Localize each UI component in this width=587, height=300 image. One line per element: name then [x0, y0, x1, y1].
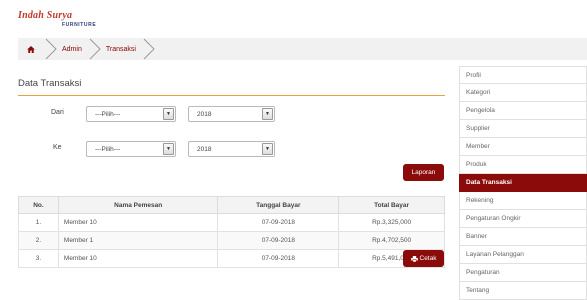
cell-no: 2. [18, 231, 59, 250]
breadcrumb-separator-icon [89, 38, 101, 60]
breadcrumb-separator-icon [45, 38, 57, 60]
cell-total: Rp.3,325,000 [338, 213, 445, 232]
cell-name: Member 10 [57, 213, 219, 232]
from-year-select[interactable]: 2018 ▼ [188, 106, 275, 122]
print-button[interactable]: Cetak [403, 250, 444, 267]
cell-total: Rp.4,702,500 [338, 231, 445, 250]
breadcrumb-transaksi[interactable]: Transaksi [102, 46, 142, 53]
cell-date: 07-09-2018 [217, 231, 340, 250]
table-row: 2. Member 1 07-09-2018 Rp.4,702,500 [18, 231, 445, 250]
report-button[interactable]: Laporan [403, 164, 444, 181]
breadcrumb-home[interactable] [18, 45, 44, 53]
cell-name: Member 1 [57, 231, 219, 250]
breadcrumb-admin[interactable]: Admin [58, 46, 88, 53]
logo-title: Indah Surya [18, 10, 73, 21]
breadcrumb: Admin Transaksi [18, 38, 587, 60]
to-filter-row: Ke ---Pilih--- ▼ 2018 ▼ [18, 141, 445, 157]
sidebar-item-kategori[interactable]: Kategori [459, 84, 587, 102]
table-header-row: No. Nama Pemesan Tanggal Bayar Total Bay… [18, 196, 445, 214]
sidebar-item-data-transaksi[interactable]: Data Transaksi [459, 174, 587, 192]
sidebar-item-supplier[interactable]: Supplier [459, 120, 587, 138]
page-title: Data Transaksi [18, 78, 82, 89]
sidebar-item-pengelola[interactable]: Pengelola [459, 102, 587, 120]
breadcrumb-admin-label: Admin [62, 45, 82, 53]
cell-name: Member 10 [57, 249, 219, 268]
print-icon [410, 255, 418, 262]
cell-no: 1. [18, 213, 59, 232]
breadcrumb-separator-icon [143, 38, 155, 60]
cell-date: 07-09-2018 [217, 249, 340, 268]
to-year-select[interactable]: 2018 ▼ [188, 141, 275, 157]
table-row: 1. Member 10 07-09-2018 Rp.3,325,000 [18, 213, 445, 232]
from-year-value: 2018 [197, 110, 212, 118]
sidebar-item-banner[interactable]: Banner [459, 228, 587, 246]
column-header-date: Tanggal Bayar [217, 196, 340, 214]
caret-down-icon: ▼ [262, 143, 273, 155]
from-label: Dari [51, 109, 64, 116]
to-month-select[interactable]: ---Pilih--- ▼ [86, 141, 176, 157]
sidebar-item-pengaturan-ongkir[interactable]: Pengaturan Ongkir [459, 210, 587, 228]
column-header-total: Total Bayar [338, 196, 445, 214]
sidebar-item-produk[interactable]: Produk [459, 156, 587, 174]
sidebar-item-profil[interactable]: Profil [459, 66, 587, 84]
print-button-label: Cetak [419, 255, 437, 262]
sidebar-item-member[interactable]: Member [459, 138, 587, 156]
column-header-no: No. [18, 196, 59, 214]
home-icon [27, 45, 35, 53]
site-logo[interactable]: Indah Surya FURNITURE [18, 10, 108, 32]
sidebar-item-rekening[interactable]: Rekening [459, 192, 587, 210]
cell-date: 07-09-2018 [217, 213, 340, 232]
to-year-value: 2018 [197, 145, 212, 153]
from-month-select[interactable]: ---Pilih--- ▼ [86, 106, 176, 122]
caret-down-icon: ▼ [163, 143, 174, 155]
title-divider [18, 95, 445, 96]
sidebar-item-pengaturan[interactable]: Pengaturan [459, 264, 587, 282]
sidebar-nav: Profil Kategori Pengelola Supplier Membe… [459, 66, 587, 300]
sidebar-item-layanan-pelanggan[interactable]: Layanan Pelanggan [459, 246, 587, 264]
cell-no: 3. [18, 249, 59, 268]
logo-subtitle: FURNITURE [62, 22, 97, 28]
caret-down-icon: ▼ [262, 108, 273, 120]
table-row: 3. Member 10 07-09-2018 Rp.5,491,000 [18, 249, 445, 268]
column-header-name: Nama Pemesan [57, 196, 219, 214]
to-month-value: ---Pilih--- [95, 145, 121, 153]
from-filter-row: Dari ---Pilih--- ▼ 2018 ▼ [18, 106, 445, 122]
sidebar-item-tentang[interactable]: Tentang [459, 282, 587, 300]
caret-down-icon: ▼ [163, 108, 174, 120]
breadcrumb-transaksi-label: Transaksi [105, 45, 136, 53]
from-month-value: ---Pilih--- [95, 110, 121, 118]
transaction-table: No. Nama Pemesan Tanggal Bayar Total Bay… [18, 196, 445, 268]
to-label: Ke [53, 144, 62, 151]
